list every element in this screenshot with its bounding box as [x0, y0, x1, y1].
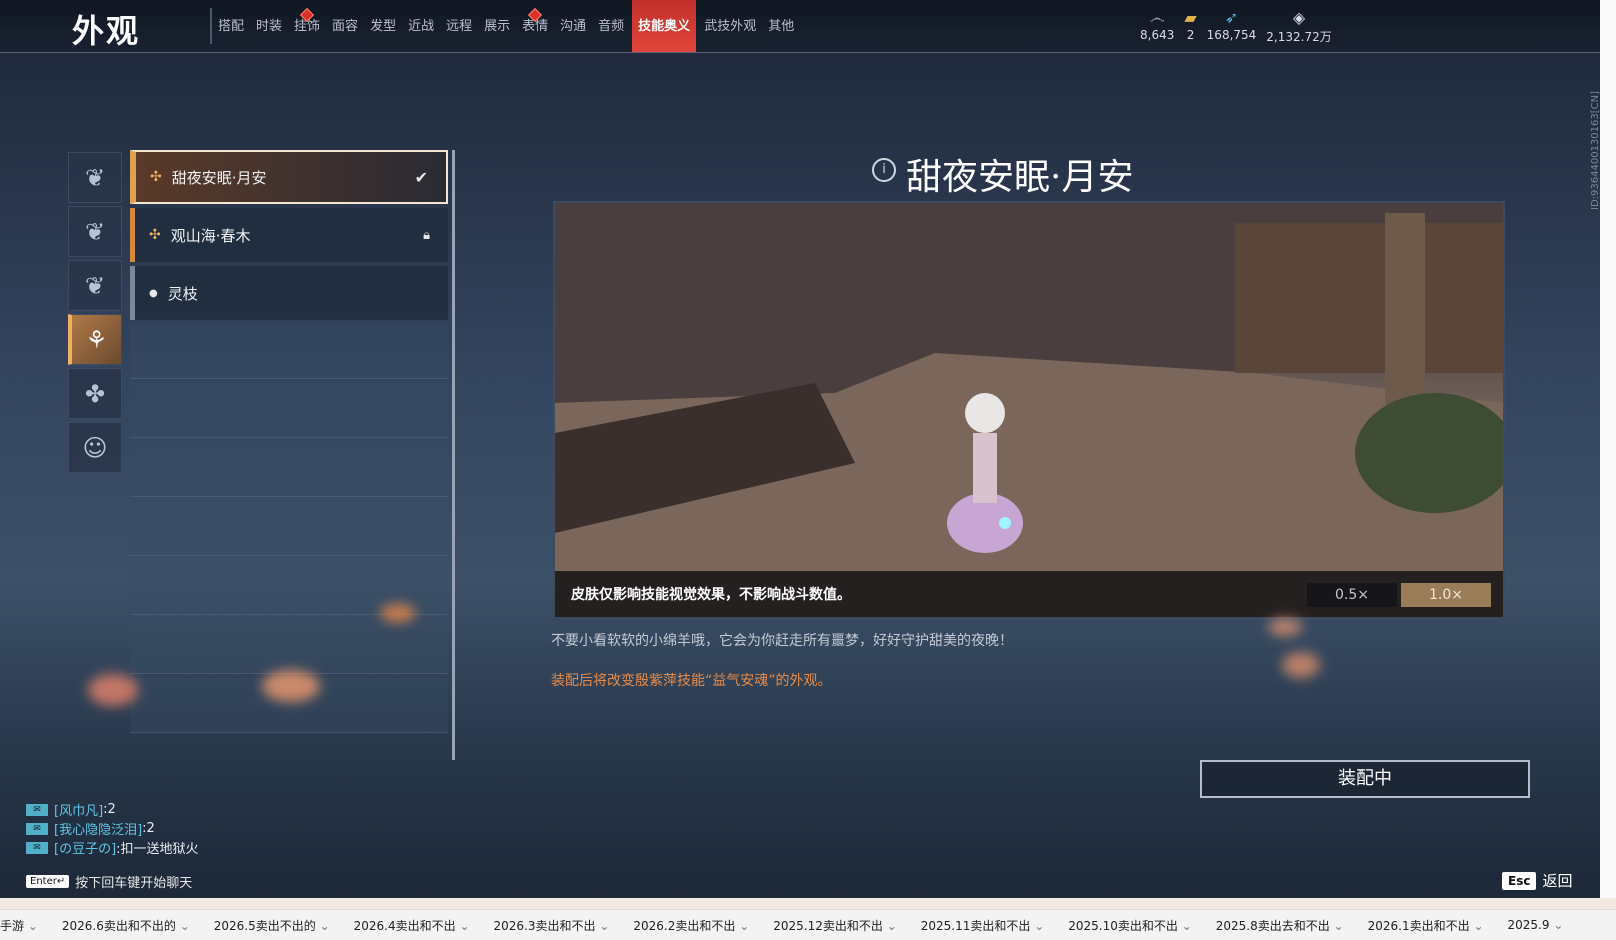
rare-mark-icon: ✣	[150, 169, 162, 185]
enter-key-icon: Enter↵	[26, 875, 70, 888]
drop-icon: ●	[149, 287, 158, 299]
tab-communicate[interactable]: 沟通	[556, 0, 590, 52]
sheet-tab[interactable]: 2025.11卖出和不出	[921, 917, 1057, 934]
tab-emote[interactable]: 表情	[518, 0, 552, 52]
skill-preview: 皮肤仅影响技能视觉效果，不影响战斗数值。 0.5× 1.0×	[553, 201, 1505, 619]
tab-skill-skin[interactable]: 技能奥义	[632, 0, 697, 52]
figure-circle-icon: ☺	[82, 433, 108, 462]
chat-channel-icon: ✉	[26, 822, 48, 835]
window-edge	[1600, 0, 1616, 898]
sheet-tab[interactable]: 2026.3卖出和不出	[494, 917, 622, 934]
check-icon: ✔	[414, 167, 428, 187]
skin-list: ✣ 甜夜安眠·月安 ✔ ✣ 观山海·春木 🔒︎ ● 灵枝	[130, 150, 448, 737]
currency-ticket: ▰ 2	[1184, 8, 1197, 42]
lock-icon: 🔒︎	[423, 227, 430, 243]
spiral-icon: ෴	[1149, 8, 1165, 27]
tab-melee[interactable]: 近战	[404, 0, 438, 52]
top-bar: 外观 搭配 时装 挂饰 面容 发型 近战 远程 展示 表情 沟通 音频 技能奥义…	[0, 0, 1600, 53]
tab-accessory[interactable]: 挂饰	[290, 0, 324, 52]
info-icon[interactable]: i	[872, 158, 896, 182]
sheet-tab[interactable]: 2026.2卖出和不出	[633, 917, 761, 934]
empty-slot	[130, 619, 448, 674]
list-scrollbar[interactable]	[452, 150, 455, 760]
spreadsheet-row	[0, 898, 1616, 909]
esc-key-icon: Esc	[1502, 871, 1537, 890]
tab-audio[interactable]: 音频	[594, 0, 628, 52]
currency-spiral: ෴ 8,643	[1140, 8, 1175, 42]
skin-name: 甜夜安眠·月安	[171, 168, 267, 187]
skin-description: 不要小看软软的小绵羊哦，它会为你赶走所有噩梦，好好守护甜美的夜晚！	[551, 633, 1013, 649]
sprout-icon: ⚘	[85, 325, 108, 354]
category-button-4[interactable]: ⚘	[68, 314, 122, 365]
empty-slot	[130, 324, 448, 379]
equip-button[interactable]: 装配中	[1200, 760, 1530, 798]
lantern-glow	[262, 670, 320, 702]
sheet-tab[interactable]: 2025.9	[1508, 918, 1576, 932]
skin-item-selected[interactable]: ✣ 甜夜安眠·月安 ✔	[130, 150, 448, 204]
sheet-tab[interactable]: 2025.12卖出和不出	[773, 917, 909, 934]
currency-diamond: ◈ 2,132.72万	[1266, 8, 1332, 44]
preview-note: 皮肤仅影响技能视觉效果，不影响战斗数值。	[571, 587, 851, 603]
feather-icon: ➶	[1224, 8, 1239, 27]
skin-effect: 装配后将改变殷紫萍技能“益气安魂”的外观。	[551, 673, 832, 689]
speed-normal-button[interactable]: 1.0×	[1401, 583, 1491, 607]
preview-scene	[555, 203, 1503, 617]
currency-feather: ➶ 168,754	[1206, 8, 1257, 42]
empty-slot	[130, 383, 448, 438]
sheet-tab[interactable]: 2026.6卖出和不出的	[62, 917, 202, 934]
lantern-glow	[1268, 618, 1302, 636]
speed-half-button[interactable]: 0.5×	[1307, 583, 1397, 607]
sheet-tab[interactable]: 手游	[0, 917, 50, 934]
swirl-icon: ❦	[84, 217, 106, 246]
skin-item[interactable]: ● 灵枝	[130, 266, 448, 320]
leaf-circle-icon: ✤	[84, 379, 106, 408]
sheet-tab[interactable]: 2026.5卖出不出的	[214, 917, 342, 934]
lantern-glow	[380, 604, 416, 622]
category-button-3[interactable]: ❦	[68, 260, 122, 311]
category-button-2[interactable]: ❦	[68, 206, 122, 257]
sheet-tabs: 手游 2026.6卖出和不出的 2026.5卖出不出的 2026.4卖出和不出 …	[0, 909, 1616, 940]
chat-message: ✉ [我心隐隐泛泪]:2	[26, 819, 199, 838]
chat-channel-icon: ✉	[26, 841, 48, 854]
lantern-glow	[1282, 652, 1320, 678]
back-button[interactable]: Esc 返回	[1502, 870, 1572, 891]
category-tabs: 搭配 时装 挂饰 面容 发型 近战 远程 展示 表情 沟通 音频 技能奥义 武技…	[212, 0, 800, 52]
page-title: 外观	[72, 12, 141, 50]
swirl-icon: ❦	[84, 163, 106, 192]
swirl-icon: ❦	[84, 271, 106, 300]
tab-outfit[interactable]: 搭配	[214, 0, 248, 52]
lantern-glow	[88, 674, 138, 706]
tab-display[interactable]: 展示	[480, 0, 514, 52]
skin-item[interactable]: ✣ 观山海·春木 🔒︎	[130, 208, 448, 262]
tab-other[interactable]: 其他	[764, 0, 798, 52]
tab-face[interactable]: 面容	[328, 0, 362, 52]
chat-message: ✉ [风巾凡]:2	[26, 800, 199, 819]
tab-fashion[interactable]: 时装	[252, 0, 286, 52]
sheet-tab[interactable]: 2025.10卖出和不出	[1068, 917, 1204, 934]
tab-martial-skin[interactable]: 武技外观	[700, 0, 760, 52]
ticket-icon: ▰	[1184, 8, 1197, 27]
sheet-tab[interactable]: 2025.8卖出去和不出	[1216, 917, 1356, 934]
category-button-1[interactable]: ❦	[68, 152, 122, 203]
chat-channel-icon: ✉	[26, 803, 48, 816]
rare-mark-icon: ✣	[149, 227, 161, 243]
chat-message: ✉ [の豆子の]:扣一送地狱火	[26, 838, 199, 857]
skin-name: 观山海·春木	[170, 226, 251, 245]
sheet-tab[interactable]: 2026.4卖出和不出	[354, 917, 482, 934]
skin-title: 甜夜安眠·月安	[906, 157, 1134, 198]
skin-name: 灵枝	[167, 284, 198, 303]
skill-category-list: ❦ ❦ ❦ ⚘ ✤ ☺	[68, 152, 122, 476]
sheet-tab[interactable]: 2026.1卖出和不出	[1368, 917, 1496, 934]
tab-ranged[interactable]: 远程	[442, 0, 476, 52]
empty-slot	[130, 442, 448, 497]
chat-log: ✉ [风巾凡]:2 ✉ [我心隐隐泛泪]:2 ✉ [の豆子の]:扣一送地狱火	[26, 800, 199, 857]
currency-bar: ෴ 8,643 ▰ 2 ➶ 168,754 ◈ 2,132.72万	[1140, 8, 1342, 45]
diamond-icon: ◈	[1292, 8, 1306, 27]
category-button-6[interactable]: ☺	[68, 422, 122, 473]
chat-hint[interactable]: Enter↵ 按下回车键开始聊天	[26, 872, 192, 891]
category-button-5[interactable]: ✤	[68, 368, 122, 419]
empty-slot	[130, 501, 448, 556]
tab-hair[interactable]: 发型	[366, 0, 400, 52]
